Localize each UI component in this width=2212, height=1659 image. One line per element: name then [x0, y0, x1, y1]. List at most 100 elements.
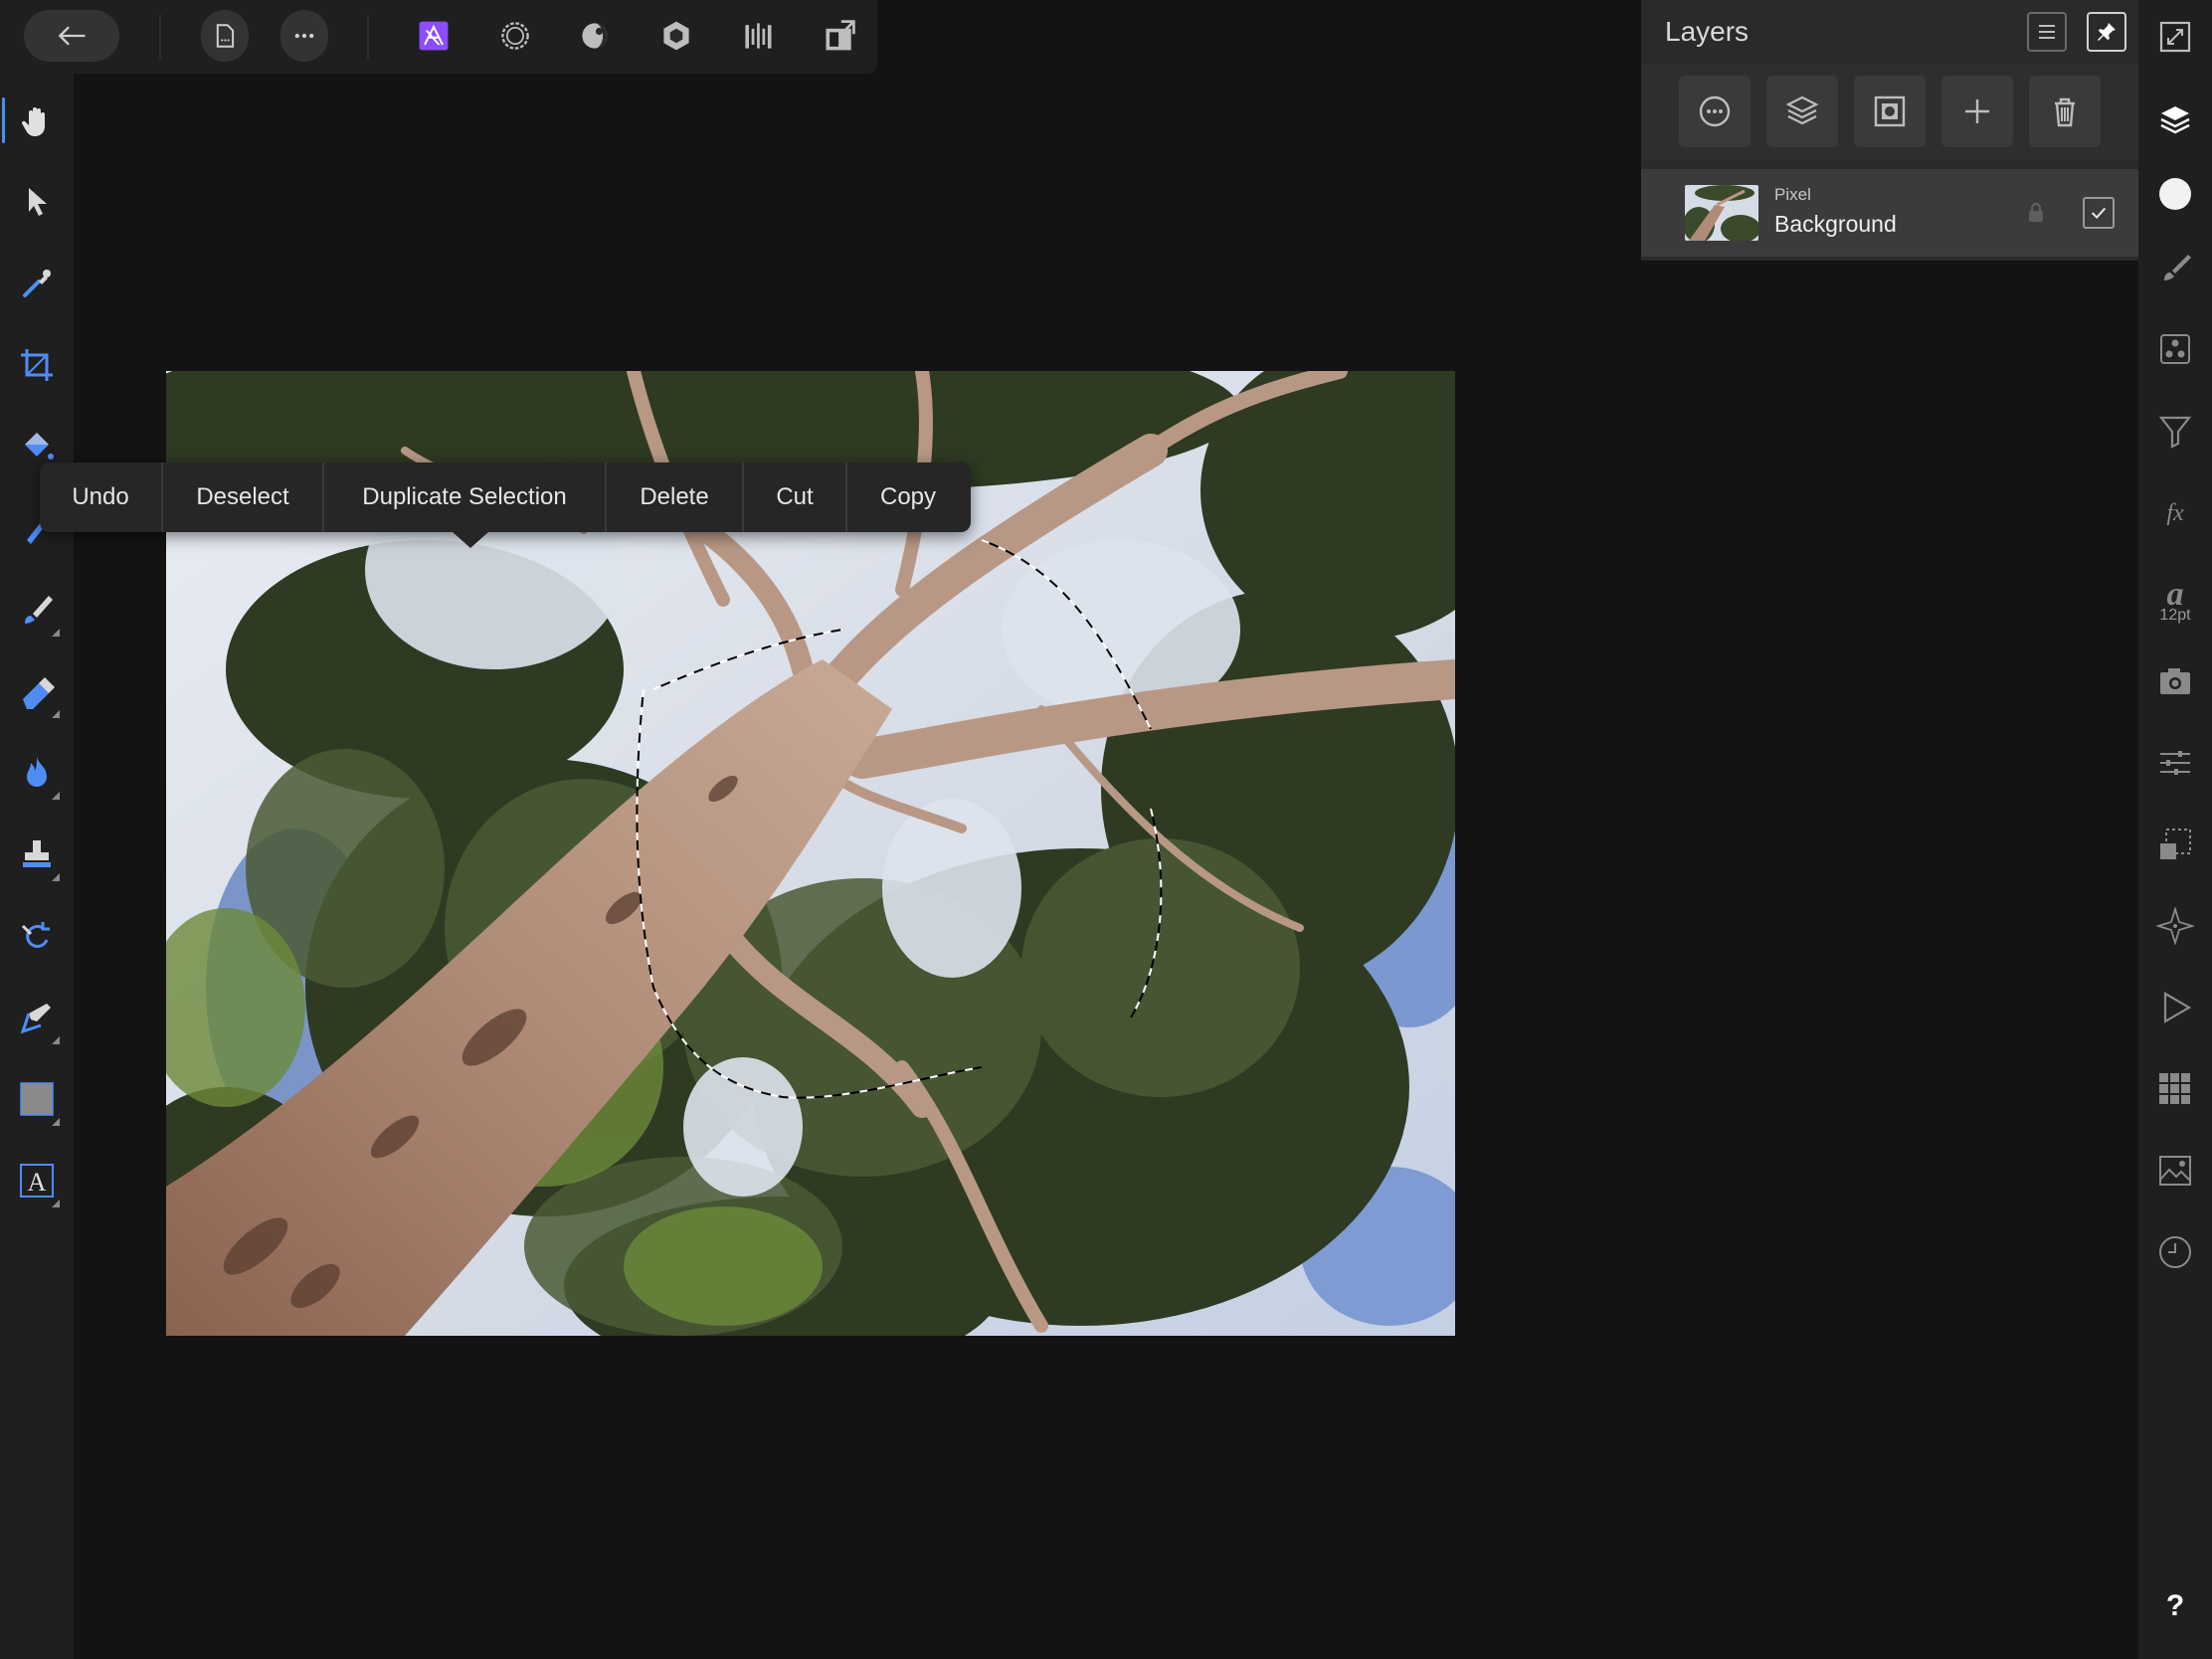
tool-group-indicator	[52, 1199, 60, 1207]
liquify-persona-button[interactable]	[489, 10, 541, 62]
selection-context-menu: Undo Deselect Duplicate Selection Delete…	[40, 462, 971, 532]
text-tool[interactable]: A	[8, 1150, 66, 1211]
tone-mapping-persona-button[interactable]	[650, 10, 702, 62]
move-tool[interactable]	[8, 171, 66, 233]
font-icon: a	[2167, 576, 2184, 611]
layers-toolbar	[1641, 64, 2138, 161]
layer-type-label: Pixel	[1774, 185, 1811, 204]
tools-panel: A	[0, 74, 74, 1659]
camera-icon	[2160, 668, 2190, 694]
burn-brush-tool[interactable]	[8, 742, 66, 804]
cut-menu-item[interactable]: Cut	[744, 462, 847, 532]
text-icon: A	[20, 1164, 54, 1198]
history-studio-button[interactable]	[2148, 1225, 2202, 1279]
lock-icon[interactable]	[2023, 199, 2049, 225]
pen-tool[interactable]	[8, 987, 66, 1048]
flame-icon	[27, 757, 47, 787]
tool-group-indicator	[52, 1118, 60, 1126]
filters-studio-button[interactable]	[2148, 404, 2202, 458]
layer-visibility-checkbox[interactable]	[2083, 197, 2115, 229]
photo-persona-icon	[419, 21, 449, 51]
add-layer-button[interactable]	[1941, 76, 2013, 147]
layer-stack-icon	[1785, 95, 1819, 125]
delete-menu-item[interactable]: Delete	[607, 462, 744, 532]
crop-tool[interactable]	[8, 334, 66, 396]
panel-menu-button[interactable]	[2027, 12, 2067, 52]
liquify-persona-icon	[501, 22, 529, 50]
layers-panel: Layers Pixel Background	[1641, 0, 2138, 261]
color-studio-button[interactable]	[2148, 167, 2202, 221]
text-styles-studio-button[interactable]: a 12pt	[2148, 563, 2202, 635]
channels-studio-button[interactable]	[2148, 1062, 2202, 1116]
brush-icon	[2164, 255, 2191, 280]
paint-brush-tool[interactable]	[8, 579, 66, 641]
toolbar-divider	[159, 14, 161, 60]
layer-row-background[interactable]: Pixel Background	[1641, 169, 2138, 257]
photo-persona-button[interactable]	[408, 10, 460, 62]
layer-name-label: Background	[1774, 211, 1897, 237]
back-button[interactable]	[24, 10, 119, 62]
rectangle-tool[interactable]	[8, 1068, 66, 1130]
help-button[interactable]: ?	[2148, 1579, 2202, 1633]
tool-settings-studio-button[interactable]	[2148, 736, 2202, 790]
pin-icon	[2098, 23, 2116, 41]
toggle-ui-button[interactable]	[2148, 10, 2202, 64]
develop-persona-icon	[582, 23, 608, 49]
view-mode-button[interactable]	[814, 10, 865, 62]
erase-brush-tool[interactable]	[8, 660, 66, 722]
mask-layer-icon	[1874, 95, 1906, 127]
pin-panel-button[interactable]	[2087, 12, 2126, 52]
eraser-icon	[23, 677, 55, 709]
paint-brush-icon	[25, 596, 53, 624]
hand-icon	[21, 107, 45, 136]
funnel-icon	[2158, 416, 2192, 449]
layers-icon	[2160, 106, 2190, 134]
document-button[interactable]	[201, 10, 249, 62]
layer-thumbnail-image	[1685, 185, 1758, 241]
sliders-icon	[2160, 751, 2190, 775]
grid-icon	[2159, 1073, 2190, 1104]
plus-icon	[1965, 99, 1989, 123]
undo-menu-item[interactable]: Undo	[40, 462, 163, 532]
color-picker-tool[interactable]	[8, 253, 66, 314]
hamburger-icon	[2039, 25, 2055, 39]
layer-stack-button[interactable]	[1766, 76, 1838, 147]
mask-layer-button[interactable]	[1854, 76, 1926, 147]
view-mode-icon	[826, 20, 855, 51]
more-icon	[294, 33, 314, 39]
svg-text:fx: fx	[2166, 500, 2184, 526]
view-tool[interactable]	[2, 90, 66, 151]
stock-studio-button[interactable]	[2148, 1144, 2202, 1198]
export-persona-button[interactable]	[732, 10, 784, 62]
clone-brush-tool[interactable]	[8, 824, 66, 885]
rectangle-icon	[20, 1082, 54, 1116]
adjustments-studio-button[interactable]	[2148, 322, 2202, 376]
fx-icon: fx	[2166, 500, 2184, 526]
effects-studio-button[interactable]: fx	[2148, 485, 2202, 539]
export-persona-icon	[745, 23, 772, 49]
delete-layer-button[interactable]	[2029, 76, 2101, 147]
play-icon	[2163, 992, 2192, 1023]
tool-group-indicator	[52, 629, 60, 637]
svg-text:a: a	[2167, 576, 2184, 611]
clock-icon	[2159, 1236, 2191, 1268]
transform-studio-button[interactable]	[2148, 818, 2202, 871]
macro-studio-button[interactable]	[2148, 981, 2202, 1034]
checkmark-icon	[2091, 207, 2107, 220]
tool-group-indicator	[52, 710, 60, 718]
tool-group-indicator	[52, 873, 60, 881]
duplicate-selection-menu-item[interactable]: Duplicate Selection	[324, 462, 607, 532]
transform-icon	[2160, 829, 2191, 859]
more-button[interactable]	[280, 10, 328, 62]
font-size-label: 12pt	[2159, 607, 2191, 624]
develop-persona-button[interactable]	[569, 10, 621, 62]
layer-options-button[interactable]	[1679, 76, 1751, 147]
deselect-menu-item[interactable]: Deselect	[163, 462, 324, 532]
snapshots-studio-button[interactable]	[2148, 654, 2202, 708]
navigator-studio-button[interactable]	[2148, 899, 2202, 953]
image-icon	[2159, 1156, 2191, 1186]
brushes-studio-button[interactable]	[2148, 241, 2202, 294]
layers-studio-button[interactable]	[2148, 93, 2202, 147]
undo-brush-tool[interactable]	[8, 905, 66, 967]
copy-menu-item[interactable]: Copy	[847, 462, 969, 532]
